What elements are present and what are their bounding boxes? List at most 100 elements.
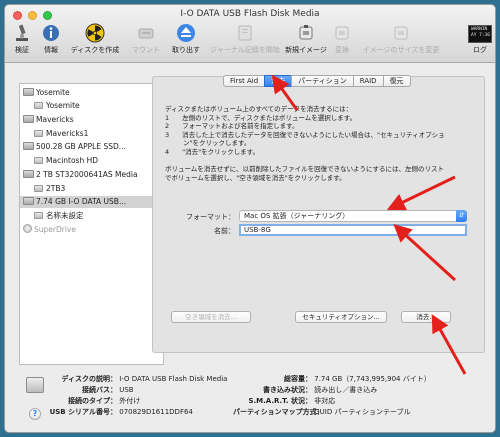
info-value: I-O DATA USB Flash Disk Media (119, 375, 228, 383)
sidebar-item-label: Mavericks (36, 115, 74, 124)
tab-raid[interactable]: RAID (352, 75, 384, 87)
info-write-status: 書き込み状況： 読み出し／書き込み (233, 385, 377, 395)
info-connection-type: 接続のタイプ： 外付け (23, 396, 140, 406)
instruction-line: 4 "消去"をクリックします。 (165, 147, 259, 156)
sidebar-item-volume[interactable]: 名称未設定 (20, 210, 163, 222)
security-options-button[interactable]: セキュリティオプション... (295, 311, 387, 323)
info-value: 7.74 GB（7,743,995,904 バイト） (314, 375, 431, 383)
info-label: 書き込み状況： (263, 386, 312, 394)
format-select[interactable]: Mac OS 拡張（ジャーナリング） ⇵ (239, 210, 467, 222)
sidebar-item-disk[interactable]: 2 TB ST32000641AS Media (20, 169, 163, 181)
convert-label: 変換 (335, 46, 349, 54)
info-smart-status: S.M.A.R.T. 状況： 非対応 (233, 396, 335, 406)
disk-list-sidebar: Yosemite Yosemite Mavericks Mavericks1 5… (19, 83, 164, 365)
instruction-line: ディスクまたはボリューム上のすべてのデータを消去するには： (165, 105, 353, 113)
burn-button[interactable]: ディスクを作成 (67, 23, 123, 55)
info-value: 非対応 (314, 397, 336, 405)
info-value: 外付け (119, 397, 141, 405)
instruction-line: 3 消去した上で消去したデータを回復できないようにしたい場合は、"セキュリティオ… (165, 130, 445, 139)
hard-disk-icon (23, 170, 34, 178)
erase-free-space-button[interactable]: 空き領域を消去... (171, 311, 251, 323)
chevron-updown-icon: ⇵ (456, 210, 467, 222)
convert-button[interactable]: 変換 (331, 23, 353, 55)
eject-label: 取り出す (172, 46, 200, 54)
radiation-icon (85, 23, 105, 43)
mount-button[interactable]: マウント (129, 23, 163, 55)
info-button[interactable]: 情報 (40, 23, 62, 55)
new-image-button[interactable]: 新規イメージ (285, 23, 327, 55)
hard-disk-icon (23, 88, 34, 96)
log-button[interactable]: WARNIN AY 7:36 ログ (467, 23, 493, 55)
info-label: 接続のタイプ： (68, 397, 117, 405)
info-value: USB (119, 386, 134, 394)
log-label: ログ (473, 46, 487, 54)
sidebar-item-volume[interactable]: Macintosh HD (20, 155, 163, 167)
disk-utility-window: I-O DATA USB Flash Disk Media 検証 情報 ディスク… (4, 4, 496, 433)
info-label: ディスクの説明： (61, 375, 117, 383)
verify-label: 検証 (15, 46, 29, 54)
instruction-line: 1 左側のリストで、ディスクまたはボリュームを選択します。 (165, 113, 357, 122)
sidebar-item-label: 名称未設定 (46, 211, 84, 220)
info-label: パーティションマップ方式： (233, 408, 324, 416)
tab-restore[interactable]: 復元 (382, 75, 411, 87)
name-label: 名前： (214, 227, 235, 235)
mount-label: マウント (132, 46, 160, 54)
volume-icon (34, 102, 43, 109)
info-value: 読み出し／書き込み (314, 386, 378, 394)
convert-icon (335, 26, 349, 40)
info-usb-serial: USB シリアル番号： 070829D1611DDF64 (23, 407, 193, 417)
info-total-capacity: 総容量： 7.74 GB（7,743,995,904 バイト） (233, 374, 431, 384)
sidebar-item-usb-disk-selected[interactable]: 7.74 GB I-O DATA USB... (20, 196, 163, 208)
verify-button[interactable]: 検証 (11, 23, 33, 55)
usb-disk-icon (23, 197, 34, 205)
sidebar-item-disk[interactable]: Mavericks (20, 114, 163, 126)
new-image-icon (299, 25, 313, 40)
sidebar-item-label: Mavericks1 (46, 129, 89, 138)
info-label: S.M.A.R.T. 状況： (248, 397, 312, 405)
sidebar-item-label: 2TB3 (46, 184, 66, 193)
help-button[interactable]: ? (29, 408, 41, 420)
sidebar-item-disk[interactable]: 500.28 GB APPLE SSD... (20, 141, 163, 153)
sidebar-item-disk[interactable]: Yosemite (20, 87, 163, 99)
instruction-line: 2 フォーマットおよび名前を指定します。 (165, 122, 299, 130)
eject-button[interactable]: 取り出す (171, 23, 201, 55)
sidebar-item-label: Yosemite (36, 88, 70, 97)
sidebar-item-label: SuperDrive (34, 225, 76, 234)
volume-icon (34, 212, 43, 219)
microscope-icon (16, 24, 28, 41)
enable-journaling-button[interactable]: ジャーナル記録を開始 (209, 23, 281, 55)
sidebar-item-volume[interactable]: Mavericks1 (20, 128, 163, 140)
resize-image-button[interactable]: イメージのサイズを変更 (361, 23, 441, 55)
tab-partition[interactable]: パーティション (291, 75, 354, 87)
disk-info-bar: ディスクの説明： I-O DATA USB Flash Disk Media 接… (5, 365, 495, 432)
tab-first-aid[interactable]: First Aid (223, 75, 266, 87)
sidebar-item-label: 500.28 GB APPLE SSD... (36, 142, 126, 151)
new-image-label: 新規イメージ (285, 46, 327, 54)
info-label: 総容量： (284, 375, 312, 383)
sidebar-item-label: Yosemite (46, 101, 80, 110)
format-label: フォーマット： (186, 213, 235, 221)
format-value: Mac OS 拡張（ジャーナリング） (244, 212, 350, 220)
sidebar-item-label: 7.74 GB I-O DATA USB... (36, 197, 127, 206)
tab-erase[interactable]: 消去 (264, 75, 293, 87)
erase-button[interactable]: 消去... (401, 311, 451, 323)
mount-icon (138, 28, 154, 39)
info-disk-description: ディスクの説明： I-O DATA USB Flash Disk Media (23, 374, 227, 384)
volume-icon (34, 185, 43, 192)
sidebar-item-volume[interactable]: 2TB3 (20, 183, 163, 195)
info-value: GUID パーティションテーブル (314, 408, 411, 416)
erase-panel: First Aid 消去 パーティション RAID 復元 ディスクまたはボリュー… (152, 75, 485, 353)
instruction-line: ン"をクリックします。 (183, 139, 251, 147)
volume-icon (34, 157, 43, 164)
info-partition-map: パーティションマップ方式： GUID パーティションテーブル (233, 407, 411, 417)
sidebar-item-superdrive[interactable]: SuperDrive (20, 224, 163, 236)
enable-journaling-label: ジャーナル記録を開始 (210, 46, 280, 54)
toolbar: 検証 情報 ディスクを作成 マウント 取り出す ジャーナル記録を開始 新規イメー… (9, 23, 493, 61)
instruction-line: でボリュームを選択し、"空き領域を消去"をクリックします。 (165, 173, 346, 182)
resize-image-label: イメージのサイズを変更 (362, 46, 440, 54)
sidebar-item-volume[interactable]: Yosemite (20, 100, 163, 112)
info-value: 070829D1611DDF64 (119, 408, 193, 416)
name-field[interactable]: USB-8G (239, 224, 467, 236)
info-icon (43, 25, 59, 41)
eject-icon (177, 24, 195, 42)
